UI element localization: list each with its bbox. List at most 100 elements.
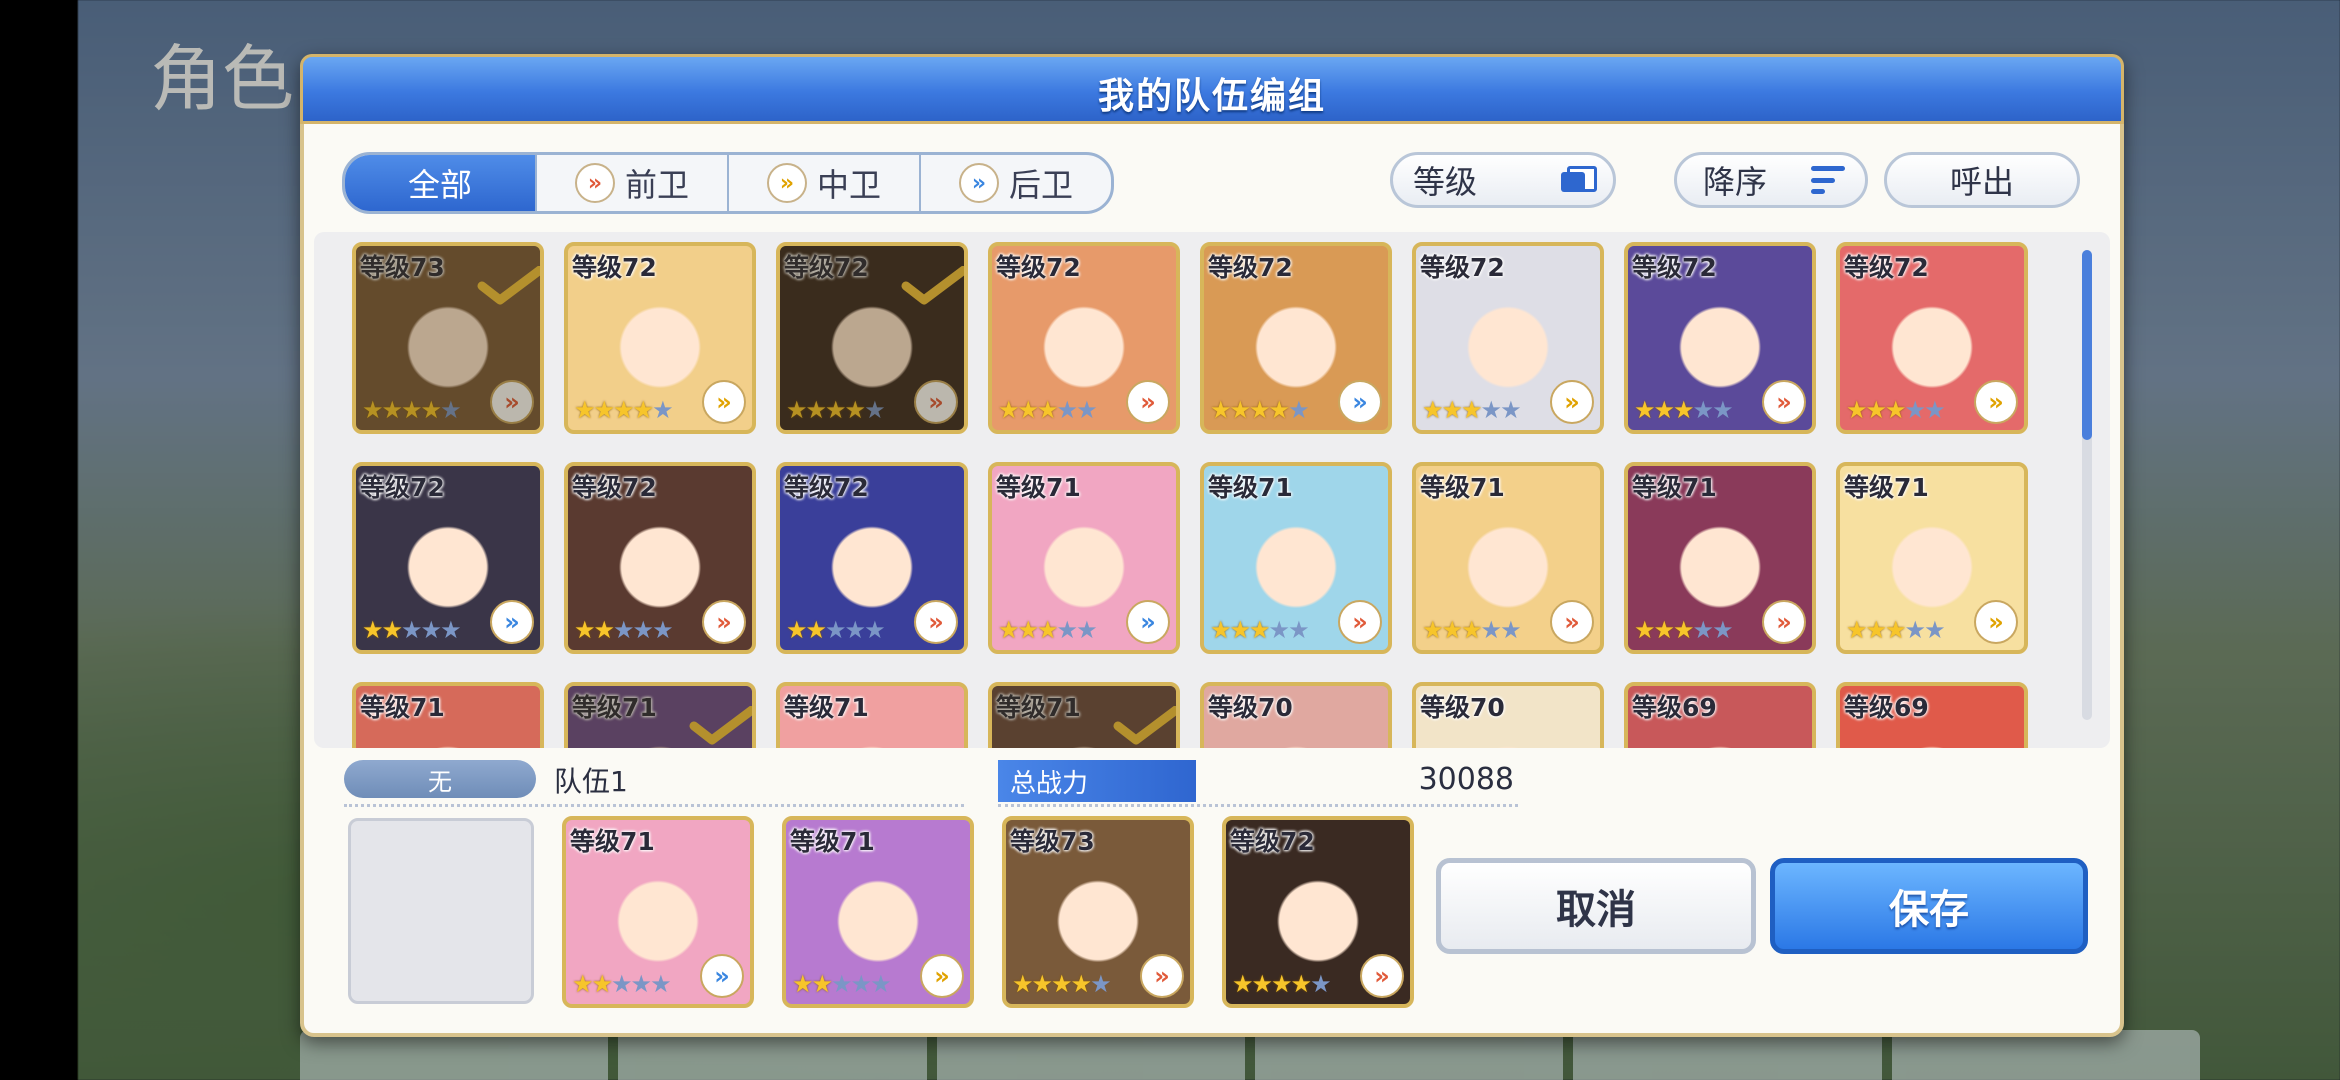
team-member-card[interactable]: 等级73 ★★★★★» [1002,816,1194,1008]
grid-scrollbar[interactable] [2082,250,2092,720]
star-rating: ★★★★★ [998,396,1098,424]
grid-scrollbar-thumb[interactable] [2082,250,2092,440]
character-level: 等级73 [1010,827,1095,856]
checkmark-icon [477,266,540,305]
star-icon: ★ [1441,616,1463,644]
call-button[interactable]: 呼出 [1884,152,2080,208]
team-member-card[interactable]: 等级71 ★★★★★» [562,816,754,1008]
team-member-card[interactable]: 等级72 ★★★★★» [1222,816,1414,1008]
character-card[interactable]: 等级69 [1836,682,2028,748]
character-card[interactable]: 等级72 ★★★★★» [988,242,1180,434]
character-card[interactable]: 等级71 ★★★★★» [1836,462,2028,654]
character-card[interactable]: 等级71 [988,682,1180,748]
cancel-button[interactable]: 取消 [1436,858,1756,954]
star-icon: ★ [650,970,671,998]
character-card[interactable]: 等级71 [564,682,756,748]
character-card[interactable]: 等级71 ★★★★★» [1624,462,1816,654]
star-rating: ★★★★★ [998,616,1098,644]
character-card[interactable]: 等级70 [1412,682,1604,748]
character-card[interactable]: 等级72 ★★★★★» [564,242,756,434]
team-member-card[interactable]: 等级71 ★★★★★» [782,816,974,1008]
star-icon: ★ [401,396,422,424]
character-card[interactable]: 等级72 ★★★★★» [564,462,756,654]
character-level: 等级71 [1632,473,1717,502]
character-card[interactable]: 等级72 ★★★★★» [1624,242,1816,434]
character-card[interactable]: 等级71 [352,682,544,748]
character-level: 等级71 [1420,473,1505,502]
sort-lines-icon [1811,166,1845,194]
character-level: 等级70 [1420,693,1505,722]
star-rating: ★★★★★ [1846,396,1946,424]
character-card[interactable]: 等级72 ★★★★★» [776,462,968,654]
star-icon: ★ [825,396,846,424]
star-icon: ★ [1249,396,1270,424]
star-icon: ★ [825,616,846,644]
star-icon: ★ [632,396,654,424]
position-chevron-icon: » [1126,600,1170,644]
empty-team-slot[interactable] [348,818,534,1004]
star-icon: ★ [1885,396,1906,424]
star-icon: ★ [1422,616,1443,644]
star-icon: ★ [1268,396,1290,424]
dialog-header: 我的队伍编组 [300,54,2124,124]
character-card[interactable]: 等级72 ★★★★★» [352,462,544,654]
team-badge[interactable]: 无 [344,760,536,798]
character-level: 等级72 [1208,253,1293,282]
star-icon: ★ [1090,970,1111,998]
position-chevron-icon: » [1762,600,1806,644]
star-icon: ★ [381,396,403,424]
star-rating: ★★★★★ [1210,616,1310,644]
character-level: 等级72 [1420,253,1505,282]
star-icon: ★ [652,396,673,424]
sort-field-button[interactable]: 等级 [1390,152,1616,208]
character-card[interactable]: 等级71 ★★★★★» [1412,462,1604,654]
tab-middle[interactable]: » 中卫 [729,155,921,211]
character-card[interactable]: 等级72 ★★★★★» [1836,242,2028,434]
sort-order-button[interactable]: 降序 [1674,152,1868,208]
star-icon: ★ [1712,616,1733,644]
character-card[interactable]: 等级70 [1200,682,1392,748]
tab-back-label: 后卫 [1008,166,1073,204]
star-icon: ★ [1268,616,1290,644]
checkmark-icon [1113,706,1176,745]
star-icon: ★ [864,616,885,644]
star-icon: ★ [362,616,383,644]
character-level: 等级69 [1632,693,1717,722]
star-icon: ★ [1210,616,1231,644]
star-icon: ★ [1251,970,1273,998]
star-icon: ★ [1500,396,1521,424]
star-icon: ★ [1037,616,1058,644]
star-icon: ★ [1017,396,1039,424]
character-card[interactable]: 等级71 ★★★★★» [988,462,1180,654]
character-card[interactable]: 等级71 [776,682,968,748]
star-icon: ★ [1288,616,1309,644]
character-level: 等级71 [996,473,1081,502]
tab-back[interactable]: » 后卫 [921,155,1111,211]
character-card[interactable]: 等级71 ★★★★★» [1200,462,1392,654]
star-rating: ★★★★★ [1634,396,1734,424]
tab-front[interactable]: » 前卫 [537,155,729,211]
save-button[interactable]: 保存 [1770,858,2088,954]
star-icon: ★ [613,616,634,644]
character-card[interactable]: 等级72 ★★★★★» [776,242,968,434]
tab-all[interactable]: 全部 [345,155,537,211]
star-icon: ★ [1056,396,1078,424]
character-card[interactable]: 等级73 ★★★★★» [352,242,544,434]
star-rating: ★★★★★ [574,396,674,424]
character-level: 等级72 [1230,827,1315,856]
character-card[interactable]: 等级69 [1624,682,1816,748]
position-chevron-icon: » [1974,380,2018,424]
vanguard-chevron-icon: » [574,163,615,203]
star-icon: ★ [1904,616,1926,644]
star-icon: ★ [1076,616,1097,644]
position-chevron-icon: » [914,600,958,644]
character-card[interactable]: 等级72 ★★★★★» [1412,242,1604,434]
star-icon: ★ [1051,970,1072,998]
star-icon: ★ [1441,396,1463,424]
star-icon: ★ [786,396,807,424]
star-icon: ★ [1904,396,1926,424]
star-icon: ★ [572,970,593,998]
character-card[interactable]: 等级72 ★★★★★» [1200,242,1392,434]
position-chevron-icon: » [490,600,534,644]
star-icon: ★ [1031,970,1053,998]
